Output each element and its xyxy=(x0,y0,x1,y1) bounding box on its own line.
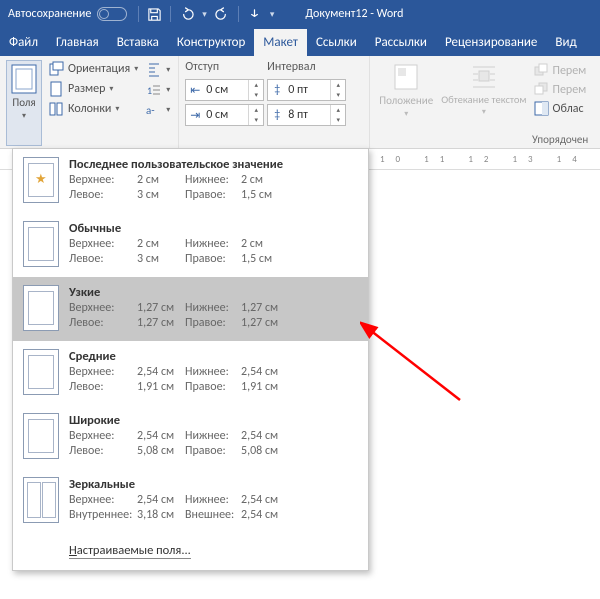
quick-access-toolbar: ▾ ▾ xyxy=(142,3,277,26)
touch-mode-icon[interactable] xyxy=(242,3,267,26)
arrange-group-label: Упорядочен xyxy=(532,133,588,146)
custom-margins-item[interactable]: Настраиваемые поля... xyxy=(13,533,368,570)
ribbon-tabs: Файл Главная Вставка Конструктор Макет С… xyxy=(0,28,600,56)
indent-label: Отступ xyxy=(185,60,219,74)
autosave-label: Автосохранение xyxy=(8,7,91,21)
title-bar: Автосохранение ▾ ▾ Документ12 - Word xyxy=(0,0,600,28)
annotation-arrow xyxy=(360,320,470,410)
margin-preset-item[interactable]: Последнее пользовательское значениеВерхн… xyxy=(13,149,368,213)
autosave-toggle[interactable] xyxy=(97,7,127,21)
redo-icon[interactable] xyxy=(210,3,235,26)
margin-preset-name: Широкие xyxy=(69,413,358,428)
margin-preset-icon xyxy=(23,349,59,395)
svg-text:1: 1 xyxy=(147,84,152,97)
save-icon[interactable] xyxy=(142,3,167,26)
margin-preset-name: Зеркальные xyxy=(69,477,358,492)
margins-button[interactable]: Поля ▾ xyxy=(6,60,42,146)
margin-preset-icon xyxy=(23,413,59,459)
margin-preset-item[interactable]: УзкиеВерхнее:1,27 смНижнее:1,27 смЛевое:… xyxy=(13,277,368,341)
hyphenation-button[interactable]: a-▾ xyxy=(144,101,172,119)
columns-button[interactable]: Колонки▾ xyxy=(46,100,140,118)
tab-review[interactable]: Рецензирование xyxy=(436,29,546,56)
tab-view[interactable]: Вид xyxy=(546,29,585,56)
margin-preset-icon xyxy=(23,477,59,523)
margin-preset-item[interactable]: ОбычныеВерхнее:2 смНижнее:2 смЛевое:3 см… xyxy=(13,213,368,277)
svg-text:a-: a- xyxy=(146,104,155,117)
margin-preset-icon xyxy=(23,285,59,331)
tab-insert[interactable]: Вставка xyxy=(108,29,168,56)
document-title: Документ12 - Word xyxy=(305,7,403,21)
margin-preset-name: Последнее пользовательское значение xyxy=(69,157,358,172)
wrap-text-button[interactable]: Обтекание текстом▾ xyxy=(438,60,529,119)
margin-preset-name: Обычные xyxy=(69,221,358,236)
margin-preset-icon xyxy=(23,221,59,267)
send-backward-button[interactable]: Перем xyxy=(532,81,589,98)
tab-file[interactable]: Файл xyxy=(0,29,47,56)
margins-label: Поля xyxy=(12,96,35,109)
size-button[interactable]: Размер▾ xyxy=(46,80,140,98)
margin-preset-item[interactable]: ШирокиеВерхнее:2,54 смНижнее:2,54 смЛево… xyxy=(13,405,368,469)
tab-references[interactable]: Ссылки xyxy=(307,29,366,56)
tab-design[interactable]: Конструктор xyxy=(168,29,254,56)
spacing-label: Интервал xyxy=(267,60,316,74)
line-numbers-button[interactable]: 1▾ xyxy=(144,81,172,99)
spacing-after-input[interactable]: ‡8 пт▴▾ xyxy=(267,104,346,126)
margin-preset-name: Средние xyxy=(69,349,358,364)
undo-dropdown-caret-icon[interactable]: ▾ xyxy=(199,5,210,24)
margins-dropdown: Последнее пользовательское значениеВерхн… xyxy=(12,148,369,571)
ribbon: Поля ▾ Ориентация▾ Размер▾ Колонки▾ ▾ 1▾… xyxy=(0,56,600,149)
margin-preset-item[interactable]: СредниеВерхнее:2,54 смНижнее:2,54 смЛево… xyxy=(13,341,368,405)
chevron-down-icon: ▾ xyxy=(22,111,26,121)
undo-icon[interactable] xyxy=(174,3,199,26)
spacing-before-input[interactable]: ‡0 пт▴▾ xyxy=(267,79,346,101)
margin-preset-name: Узкие xyxy=(69,285,358,300)
tab-layout[interactable]: Макет xyxy=(254,29,307,56)
selection-pane-button[interactable]: Облас xyxy=(532,100,589,117)
margin-preset-icon xyxy=(23,157,59,203)
breaks-button[interactable]: ▾ xyxy=(144,61,172,79)
orientation-button[interactable]: Ориентация▾ xyxy=(46,60,140,78)
bring-forward-button[interactable]: Перем xyxy=(532,62,589,79)
indent-right-input[interactable]: ⇥0 см▴▾ xyxy=(185,104,264,126)
tab-home[interactable]: Главная xyxy=(47,29,108,56)
indent-left-input[interactable]: ⇤0 см▴▾ xyxy=(185,79,264,101)
margin-preset-item[interactable]: ЗеркальныеВерхнее:2,54 смНижнее:2,54 смВ… xyxy=(13,469,368,533)
qat-customize-caret-icon[interactable]: ▾ xyxy=(267,5,278,24)
tab-mailings[interactable]: Рассылки xyxy=(366,29,436,56)
position-button[interactable]: Положение▾ xyxy=(376,60,436,121)
